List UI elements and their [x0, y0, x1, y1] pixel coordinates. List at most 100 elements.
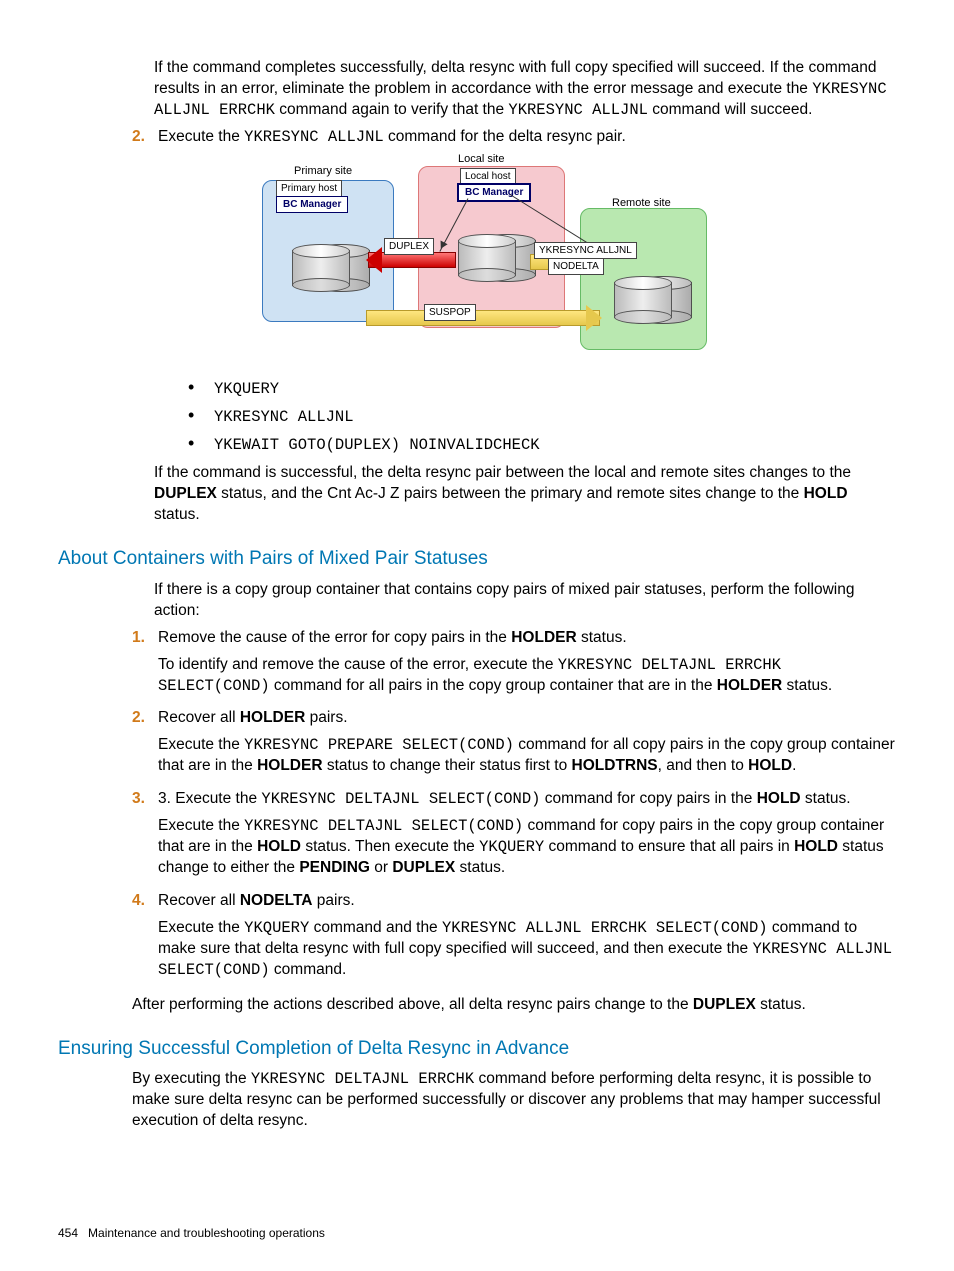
text: command will succeed. — [648, 101, 813, 118]
label-ykresync: YKRESYNC ALLJNL — [534, 242, 637, 260]
intro-paragraph: If the command completes successfully, d… — [154, 58, 896, 121]
heading-ensure-completion: Ensuring Successful Completion of Delta … — [58, 1036, 896, 1062]
text: status. — [577, 629, 627, 646]
paragraph: By executing the YKRESYNC DELTAJNL ERRCH… — [132, 1069, 896, 1132]
code-line: YKRESYNC ALLJNL — [214, 407, 354, 428]
bullet-icon: • — [188, 406, 214, 424]
code-inline: YKRESYNC DELTAJNL ERRCHK — [251, 1070, 474, 1088]
status-nodelta: NODELTA — [240, 892, 313, 909]
label-local-host: Local host — [460, 168, 516, 186]
text: or — [370, 859, 392, 876]
status-holder: HOLDER — [717, 677, 782, 694]
text: Execute the — [158, 736, 244, 753]
page-number: 454 — [58, 1226, 78, 1240]
text: pairs. — [305, 709, 347, 726]
code-inline: YKRESYNC ALLJNL — [244, 128, 384, 146]
bc-manager-local: BC Manager — [458, 184, 530, 202]
code-line: YKEWAIT GOTO(DUPLEX) NOINVALIDCHECK — [214, 435, 540, 456]
step-number: 2. — [132, 127, 158, 372]
text: To identify and remove the cause of the … — [158, 656, 558, 673]
cylinder-icon — [292, 244, 348, 292]
status-pending: PENDING — [299, 859, 370, 876]
paragraph: After performing the actions described a… — [132, 995, 896, 1016]
text: Recover all — [158, 709, 240, 726]
text: If the command completes successfully, d… — [154, 59, 877, 97]
text: Remove the cause of the error for copy p… — [158, 629, 511, 646]
text: status. — [782, 677, 832, 694]
text: status. — [154, 506, 200, 523]
step-body: Execute the YKRESYNC ALLJNL command for … — [158, 127, 896, 372]
ordered-list: 2. Execute the YKRESYNC ALLJNL command f… — [132, 127, 896, 372]
paragraph: If there is a copy group container that … — [154, 580, 896, 622]
text: command and the — [309, 919, 442, 936]
text: command. — [270, 961, 347, 978]
text: Execute the — [158, 817, 244, 834]
label-local-site: Local site — [458, 152, 504, 167]
step-number: 2. — [132, 708, 158, 783]
step-body: 3. Execute the YKRESYNC DELTAJNL SELECT(… — [158, 789, 896, 885]
text: status. Then execute the — [301, 838, 479, 855]
status-hold: HOLD — [257, 838, 301, 855]
bullet-icon: • — [188, 434, 214, 452]
footer-title: Maintenance and troubleshooting operatio… — [88, 1226, 325, 1240]
bullet-icon: • — [188, 378, 214, 396]
code-inline: YKQUERY — [479, 838, 544, 856]
text: . — [792, 757, 796, 774]
status-holder: HOLDER — [240, 709, 305, 726]
code-line: YKQUERY — [214, 379, 279, 400]
text: , and then to — [658, 757, 749, 774]
label-nodelta: NODELTA — [548, 258, 604, 276]
text: command for copy pairs in the — [540, 790, 756, 807]
text: command for the delta resync pair. — [384, 128, 626, 145]
text: status. — [756, 996, 806, 1013]
text: command for all pairs in the copy group … — [270, 677, 717, 694]
status-duplex: DUPLEX — [392, 859, 455, 876]
code-inline: YKRESYNC DELTAJNL SELECT(COND) — [261, 790, 540, 808]
label-primary-host: Primary host — [276, 180, 342, 198]
paragraph: If the command is successful, the delta … — [154, 463, 896, 526]
text: status to change their status first to — [323, 757, 572, 774]
step-number: 4. — [132, 891, 158, 987]
cylinder-icon — [458, 234, 514, 282]
text: Recover all — [158, 892, 240, 909]
label-primary-site: Primary site — [294, 164, 352, 179]
text: status, and the Cnt Ac-J Z pairs between… — [217, 485, 804, 502]
status-hold: HOLD — [748, 757, 792, 774]
text: Execute the — [158, 919, 244, 936]
status-holder: HOLDER — [511, 629, 576, 646]
text: If the command is successful, the delta … — [154, 464, 851, 481]
ordered-list: 1. Remove the cause of the error for cop… — [132, 628, 896, 987]
text: status. — [455, 859, 505, 876]
status-holder: HOLDER — [257, 757, 322, 774]
cylinder-icon — [614, 276, 670, 324]
status-hold: HOLD — [804, 485, 848, 502]
step-body: Recover all HOLDER pairs. Execute the YK… — [158, 708, 896, 783]
step-body: Recover all NODELTA pairs. Execute the Y… — [158, 891, 896, 987]
label-suspop: SUSPOP — [424, 304, 476, 322]
text: command again to verify that the — [275, 101, 508, 118]
status-holdtrns: HOLDTRNS — [572, 757, 658, 774]
yellow-arrow-icon — [366, 310, 600, 326]
code-inline: YKQUERY — [244, 919, 309, 937]
text: By executing the — [132, 1070, 251, 1087]
code-inline: YKRESYNC PREPARE SELECT(COND) — [244, 736, 514, 754]
text: Execute the — [158, 128, 244, 145]
bullet-list: •YKQUERY •YKRESYNC ALLJNL •YKEWAIT GOTO(… — [188, 378, 896, 456]
text: status. — [801, 790, 851, 807]
step-body: Remove the cause of the error for copy p… — [158, 628, 896, 703]
text: After performing the actions described a… — [132, 996, 693, 1013]
step-number: 3. — [132, 789, 158, 885]
code-inline: YKRESYNC ALLJNL — [508, 101, 648, 119]
label-duplex: DUPLEX — [384, 238, 434, 256]
text: command to ensure that all pairs in — [544, 838, 794, 855]
status-hold: HOLD — [794, 838, 838, 855]
status-duplex: DUPLEX — [154, 485, 217, 502]
step-number: 1. — [132, 628, 158, 703]
heading-mixed-statuses: About Containers with Pairs of Mixed Pai… — [58, 546, 896, 572]
status-duplex: DUPLEX — [693, 996, 756, 1013]
code-inline: YKRESYNC ALLJNL ERRCHK SELECT(COND) — [442, 919, 768, 937]
label-remote-site: Remote site — [612, 196, 671, 211]
page-footer: 454 Maintenance and troubleshooting oper… — [58, 1225, 325, 1241]
text: If there is a copy group container that … — [154, 580, 896, 622]
bc-manager-primary: BC Manager — [276, 196, 348, 214]
